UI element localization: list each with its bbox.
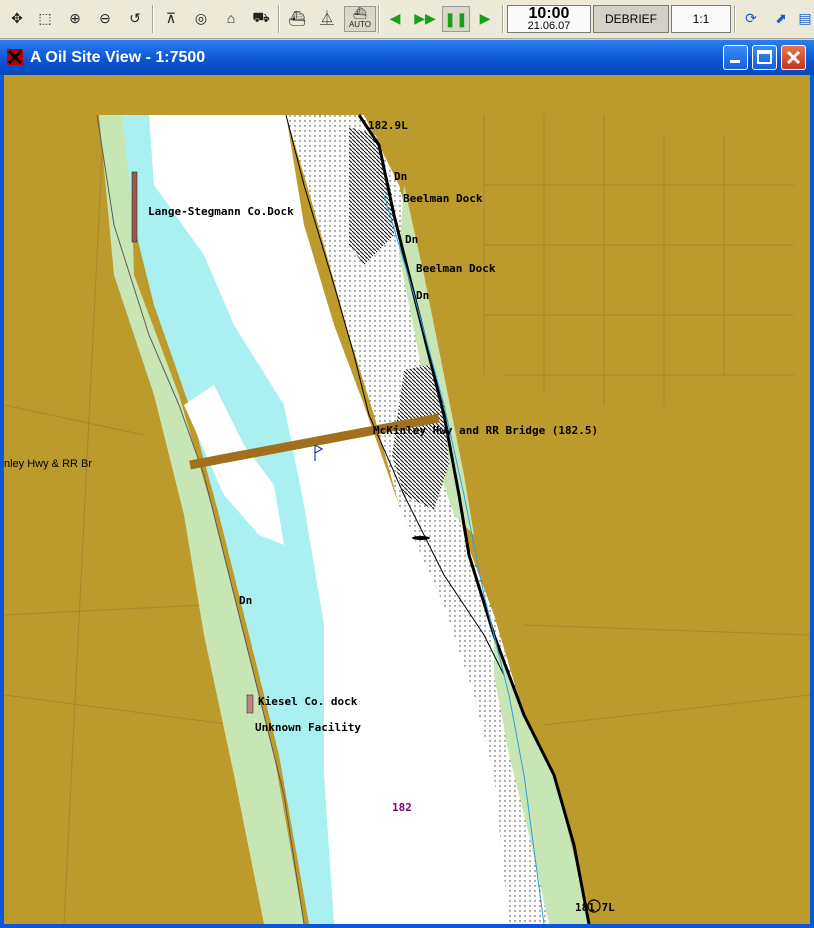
layers-icon[interactable]: ▤ <box>798 6 812 30</box>
boat-icon[interactable]: ⏅ <box>316 6 338 30</box>
clock-time: 10:00 <box>528 5 570 22</box>
scale-box[interactable]: 1:1 <box>671 5 731 33</box>
bridge-label: McKinley Hwy and RR Bridge (182.5) <box>373 424 598 437</box>
toolbar-separator <box>502 5 504 33</box>
undo-icon[interactable]: ↺ <box>124 6 146 30</box>
beelman-dock-label: Beelman Dock <box>403 192 483 205</box>
kiesel-dock-label: Kiesel Co. dock <box>258 695 358 708</box>
pause-icon[interactable]: ❚❚ <box>442 6 470 32</box>
app-icon <box>7 49 23 65</box>
clock-date: 21.06.07 <box>527 20 571 32</box>
mile-182-9-label: 182.9L <box>368 119 408 132</box>
close-icon <box>786 50 801 65</box>
map-window: A Oil Site View - 1:7500 182.9L Dn Beelm… <box>0 40 814 928</box>
select-box-icon[interactable]: ⬚ <box>34 6 56 30</box>
beelman-dock-label: Beelman Dock <box>416 262 496 275</box>
map-canvas[interactable]: 182.9L Dn Beelman Dock Dn Beelman Dock D… <box>4 75 810 924</box>
toolbar-separator <box>378 5 380 33</box>
bridge-left-label: nley Hwy & RR Br <box>4 458 92 470</box>
mile-182-label: 182 <box>392 801 412 814</box>
chart-icon[interactable]: ⬈ <box>770 6 792 30</box>
dn-label: Dn <box>394 170 407 183</box>
zoom-out-icon[interactable]: ⊖ <box>94 6 116 30</box>
dn-label: Dn <box>239 594 252 607</box>
kiesel-dock <box>246 694 254 714</box>
debrief-button[interactable]: DEBRIEF <box>593 5 669 33</box>
unknown-facility-label: Unknown Facility <box>255 721 361 734</box>
target-icon[interactable]: ◎ <box>190 6 212 30</box>
window-title: A Oil Site View - 1:7500 <box>30 49 206 66</box>
compass-icon[interactable]: ⊼ <box>160 6 182 30</box>
toolbar-separator <box>152 5 154 33</box>
title-bar[interactable]: A Oil Site View - 1:7500 <box>0 40 814 75</box>
move-icon[interactable]: ✥ <box>6 6 28 30</box>
river-chart[interactable]: 182.9L Dn Beelman Dock Dn Beelman Dock D… <box>4 75 810 924</box>
toolbar-separator <box>734 5 736 33</box>
refresh-icon[interactable]: ⟳ <box>740 6 762 30</box>
zoom-in-icon[interactable]: ⊕ <box>64 6 86 30</box>
lange-stegmann-label: Lange-Stegmann Co.Dock <box>148 205 294 218</box>
close-button[interactable] <box>781 45 806 70</box>
ship-icon[interactable]: ⛴ <box>286 6 308 30</box>
dn-label: Dn <box>405 233 418 246</box>
lange-stegmann-dock <box>131 171 138 243</box>
auto-ship-icon: ⛴ <box>353 8 367 20</box>
toolbar: ✥ ⬚ ⊕ ⊖ ↺ ⊼ ◎ ⌂ ⛟ ⛴ ⏅ ⛴ AUTO ◀ ▶▶ ❚❚ ▶ 1… <box>0 0 814 39</box>
vessel-icon <box>412 536 430 540</box>
home-icon[interactable]: ⌂ <box>220 6 242 30</box>
vessel-icon[interactable]: ⛟ <box>250 6 272 30</box>
auto-ship-button[interactable]: ⛴ AUTO <box>344 6 376 32</box>
maximize-icon <box>757 50 772 64</box>
play-icon[interactable]: ▶ <box>474 6 496 30</box>
sim-clock: 10:00 21.06.07 <box>507 5 591 33</box>
auto-label: AUTO <box>348 20 372 29</box>
minimize-icon <box>730 60 740 63</box>
minimize-button[interactable] <box>723 45 748 70</box>
dn-label: Dn <box>416 289 429 302</box>
maximize-button[interactable] <box>752 45 777 70</box>
mile-181-7-label: 181.7L <box>575 901 615 914</box>
fast-forward-icon[interactable]: ▶▶ <box>414 6 436 30</box>
step-back-icon[interactable]: ◀ <box>384 6 406 30</box>
toolbar-separator <box>278 5 280 33</box>
